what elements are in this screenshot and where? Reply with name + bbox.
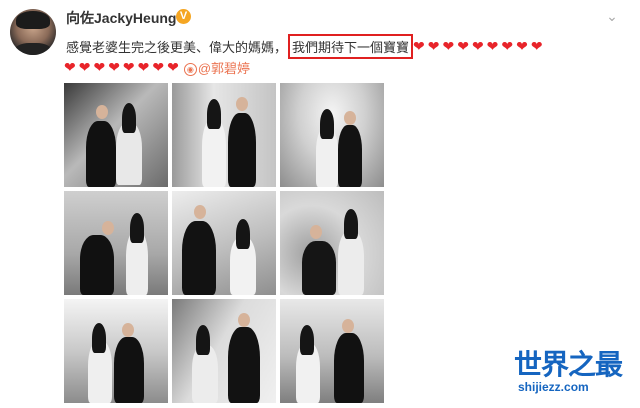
photo-thumbnail[interactable] — [172, 299, 276, 403]
chevron-down-icon[interactable]: ⌄ — [604, 8, 620, 24]
hearts-line-2: ❤❤❤❤❤❤❤❤ — [64, 59, 182, 75]
watermark-url: shijiezz.com — [518, 380, 589, 394]
photo-thumbnail[interactable] — [64, 299, 168, 403]
verified-badge-icon: V — [176, 9, 191, 24]
photo-thumbnail[interactable] — [280, 299, 384, 403]
hearts-line-1: ❤❤❤❤❤❤❤❤❤ — [413, 38, 546, 54]
mention-text: @郭碧婷 — [197, 61, 251, 76]
avatar[interactable] — [10, 9, 56, 55]
photo-thumbnail[interactable] — [64, 191, 168, 295]
avatar-shirt — [14, 43, 52, 55]
photo-thumbnail[interactable] — [172, 83, 276, 187]
post-text-highlight: 我們期待下一個寶寶 — [288, 34, 414, 59]
photo-thumbnail[interactable] — [172, 191, 276, 295]
avatar-hair — [16, 11, 50, 29]
post-text-line-1: 感覺老婆生完之後更美、偉大的媽媽， 我們期待下一個寶寶 ❤❤❤❤❤❤❤❤❤ — [66, 34, 546, 59]
post-text-line-2: ❤❤❤❤❤❤❤❤ ◉ @郭碧婷 — [64, 58, 250, 77]
post-text-main: 感覺老婆生完之後更美、偉大的媽媽， — [66, 40, 288, 55]
username[interactable]: 向佐JackyHeung — [66, 8, 176, 28]
mention-icon: ◉ — [183, 63, 197, 77]
watermark: 世界之最 shijiezz.com — [514, 348, 634, 395]
photo-grid — [64, 83, 386, 403]
mention-link[interactable]: ◉ @郭碧婷 — [183, 58, 251, 77]
photo-thumbnail[interactable] — [64, 83, 168, 187]
photo-thumbnail[interactable] — [280, 83, 384, 187]
watermark-title: 世界之最 — [514, 348, 623, 381]
photo-thumbnail[interactable] — [280, 191, 384, 295]
